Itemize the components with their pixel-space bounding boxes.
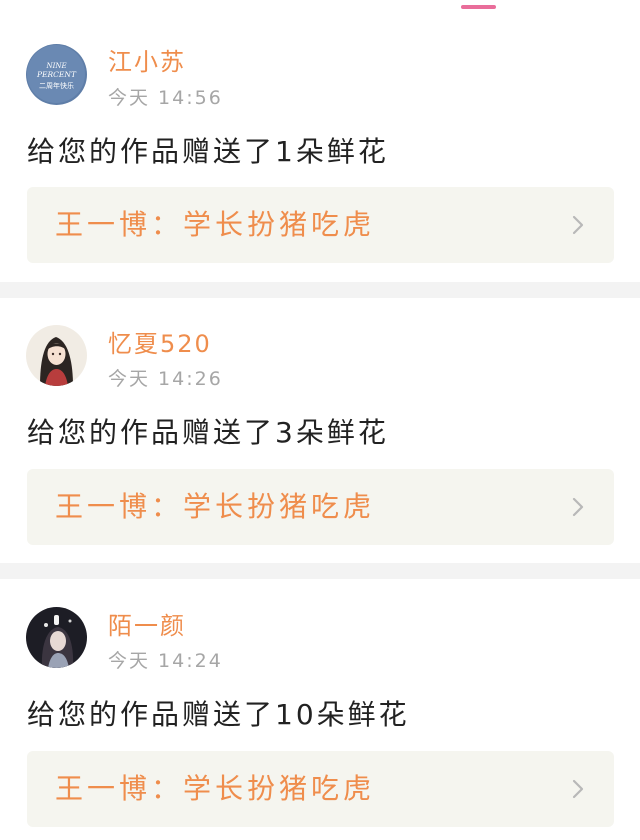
notification-card: NINE PERCENT 二周年快乐 江小苏 今天 14:56 给您的作品赠送了… xyxy=(0,20,640,282)
chevron-right-icon xyxy=(572,779,584,799)
timestamp: 今天 14:26 xyxy=(108,368,223,390)
chevron-right-icon xyxy=(572,497,584,517)
avatar-text-1: NINE xyxy=(45,62,66,70)
username[interactable]: 忆夏520 xyxy=(108,329,212,359)
notification-card: 忆夏520 今天 14:26 给您的作品赠送了3朵鲜花 王一博：学长扮猪吃虎 xyxy=(0,298,640,563)
timestamp: 今天 14:24 xyxy=(108,650,223,672)
gift-message: 给您的作品赠送了10朵鲜花 xyxy=(27,698,410,731)
section-divider xyxy=(0,282,640,298)
username[interactable]: 陌一颜 xyxy=(108,611,186,641)
gift-message: 给您的作品赠送了1朵鲜花 xyxy=(27,135,389,168)
gift-message: 给您的作品赠送了3朵鲜花 xyxy=(27,416,389,449)
work-title: 王一博：学长扮猪吃虎 xyxy=(55,772,376,805)
username[interactable]: 江小苏 xyxy=(108,47,186,77)
work-title: 王一博：学长扮猪吃虎 xyxy=(55,490,376,523)
work-link[interactable]: 王一博：学长扮猪吃虎 xyxy=(27,751,614,827)
avatar-text-3: 二周年快乐 xyxy=(39,81,74,90)
avatar-text-2: PERCENT xyxy=(36,70,77,79)
user-avatar[interactable] xyxy=(26,607,87,668)
user-avatar[interactable]: NINE PERCENT 二周年快乐 xyxy=(26,44,87,105)
work-link[interactable]: 王一博：学长扮猪吃虎 xyxy=(27,187,614,263)
notification-card: 陌一颜 今天 14:24 给您的作品赠送了10朵鲜花 王一博：学长扮猪吃虎 xyxy=(0,579,640,840)
user-avatar[interactable] xyxy=(26,325,87,386)
timestamp: 今天 14:56 xyxy=(108,87,223,109)
chevron-right-icon xyxy=(572,215,584,235)
work-title: 王一博：学长扮猪吃虎 xyxy=(55,208,376,241)
work-link[interactable]: 王一博：学长扮猪吃虎 xyxy=(27,469,614,545)
section-divider xyxy=(0,563,640,579)
active-tab-indicator xyxy=(461,5,496,9)
